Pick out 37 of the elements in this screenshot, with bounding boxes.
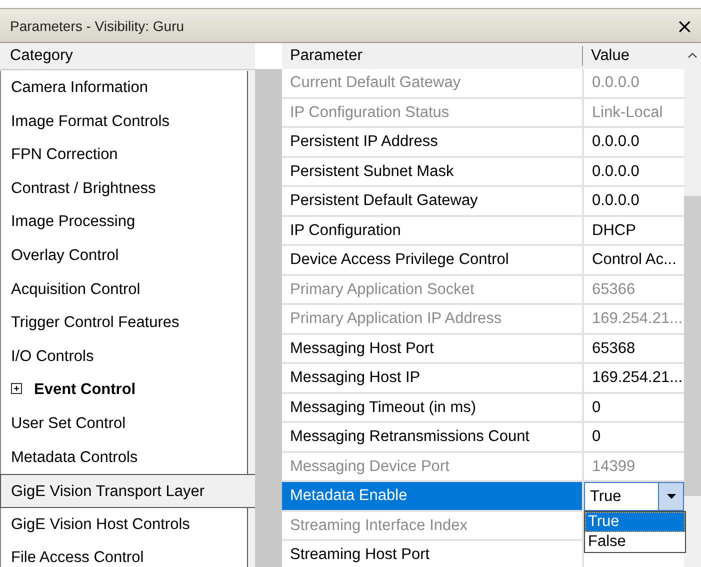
parameter-cell[interactable]: Persistent Subnet Mask	[282, 158, 582, 185]
window-title: Parameters - Visibility: Guru	[10, 18, 184, 34]
category-item[interactable]: Image Processing	[0, 205, 248, 239]
category-item[interactable]: Overlay Control	[0, 238, 248, 273]
category-item[interactable]: Image Format Controls	[0, 104, 248, 138]
parameter-cell[interactable]: Persistent Default Gateway	[282, 187, 582, 214]
close-button[interactable]: ×	[674, 16, 695, 36]
category-item[interactable]: User Set Control	[0, 406, 248, 441]
scroll-up-icon[interactable]	[688, 52, 697, 58]
category-item[interactable]: Trigger Control Features	[0, 306, 248, 340]
parameter-cell[interactable]: Persistent IP Address	[282, 128, 582, 156]
category-item[interactable]: GigE Vision Host Controls	[0, 508, 248, 542]
column-header: Parameter	[289, 46, 364, 66]
parameter-cell[interactable]: Streaming Host Port	[282, 541, 582, 567]
category-item[interactable]: Contrast / Brightness	[0, 172, 248, 206]
category-label: Event Control	[34, 381, 136, 398]
parameter-cell[interactable]: Messaging Retransmissions Count	[282, 423, 582, 450]
value-dropdown[interactable]: True	[584, 482, 684, 511]
category-item[interactable]: Camera Information	[0, 71, 248, 105]
category-item[interactable]: Metadata Controls	[0, 440, 248, 474]
parameter-cell[interactable]: Messaging Host IP	[282, 364, 582, 392]
category-item[interactable]: Acquisition Control	[0, 272, 248, 306]
dropdown-option[interactable]: False	[585, 532, 685, 552]
parameter-cell[interactable]: IP Configuration	[282, 216, 582, 244]
parameter-cell[interactable]: Metadata Enable	[282, 482, 582, 510]
expand-icon[interactable]	[11, 383, 22, 394]
category-item[interactable]: Event Control	[0, 373, 248, 407]
category-item[interactable]: File Access Control	[0, 541, 248, 567]
scrollbar-thumb[interactable]	[684, 196, 701, 496]
parameter-cell[interactable]: Messaging Host Port	[282, 334, 582, 362]
category-item[interactable]: GigE Vision Transport Layer	[0, 474, 255, 508]
parameter-cell[interactable]: Messaging Timeout (in ms)	[282, 394, 582, 421]
dropdown-option[interactable]: True	[585, 512, 685, 532]
category-item[interactable]: FPN Correction	[0, 138, 248, 172]
parameter-cell[interactable]: Device Access Privilege Control	[282, 246, 582, 274]
scrollbar[interactable]	[684, 43, 701, 567]
category-item[interactable]: I/O Controls	[0, 340, 248, 374]
